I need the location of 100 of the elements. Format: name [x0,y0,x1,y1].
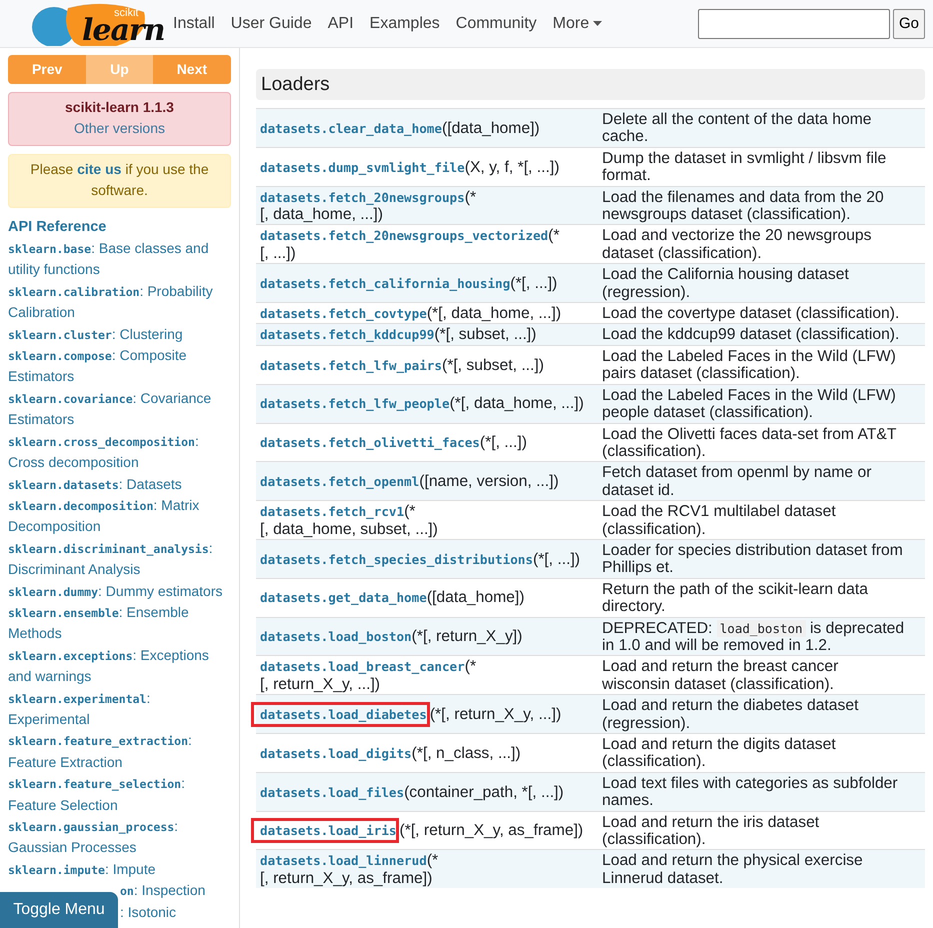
signature-text: [, data_home, ...]) [260,206,383,224]
description-cell: Load the Labeled Faces in the Wild (LFW) people dataset (classification). [594,384,925,423]
signature-text: [, data_home, subset, ...]) [260,520,438,538]
function-link[interactable]: datasets.fetch_20newsgroups [260,190,465,205]
nav-link[interactable]: Install [173,14,215,32]
description-cell: Load the kddcup99 dataset (classification). [594,324,925,346]
toggle-menu-button[interactable]: Toggle Menu [0,892,118,928]
sidebar-item[interactable]: sklearn.feature_selection: Feature Selection [8,773,231,816]
description-cell: Load the filenames and data from the 20 newsgroups dataset (classification). [594,186,925,225]
caret-icon [593,21,602,26]
function-link[interactable]: datasets.fetch_20newsgroups_vectorized [260,228,548,244]
sidebar-item[interactable]: sklearn.calibration: Probability Calibration [8,280,231,324]
signature-text: ([name, version, ...]) [419,473,559,490]
signature-text: (*[, return_X_y, ...]) [430,706,562,723]
sidebar-item[interactable]: sklearn.impute: Impute [8,858,156,880]
nav-link[interactable]: Community [456,14,537,32]
description-cell: Load and vectorize the 20 newsgroups dataset (classification). [594,224,925,264]
function-link[interactable]: datasets.fetch_lfw_pairs [260,358,442,373]
nav-link[interactable]: Examples [370,14,440,32]
sidebar-item[interactable]: sklearn.ensemble: Ensemble Methods [8,602,231,645]
signature-text: (*[, ...]) [480,434,527,452]
description-cell: Load text files with categories as subfolder names. [594,772,925,812]
function-link[interactable]: datasets.fetch_california_housing [260,276,510,291]
function-link[interactable]: datasets.load_iris [260,823,396,838]
function-link[interactable]: datasets.load_breast_cancer [260,659,465,674]
function-link[interactable]: datasets.fetch_species_distributions [260,552,533,567]
signature-text: [, return_X_y, as_frame]) [260,870,432,887]
signature-text: [, ...]) [260,244,296,262]
function-link[interactable]: datasets.clear_data_home [260,120,442,136]
description-cell: Load the Labeled Faces in the Wild (LFW) pairs dataset (classification). [594,345,925,384]
function-link[interactable]: datasets.load_digits [260,746,412,761]
function-link[interactable]: datasets.fetch_kddcup99 [260,327,434,342]
signature-text: (* [404,503,416,520]
description-cell: Load the California housing dataset (regression). [594,264,925,303]
go-button[interactable]: Go [893,8,925,38]
signature-text: (X, y, f, *[, ...]) [464,158,560,176]
description-cell: Fetch dataset from openml by name or dataset id. [594,462,925,501]
sidebar-item[interactable]: sklearn.cluster: Clustering [8,324,183,346]
cite-text: Please cite us if you use the software. [30,160,209,198]
sidebar-item[interactable]: sklearn.compose: Composite Estimators [8,345,231,388]
signature-text: (*[, return_X_y]) [412,628,522,646]
description-cell: Load and return the breast cancer wisconsin dataset (classification). [594,656,925,695]
signature-text: (* [548,227,560,244]
signature-text: (container_path, *[, ...]) [404,784,564,801]
function-link[interactable]: datasets.load_files [260,784,404,800]
description-cell: Load and return the diabetes dataset (regression). [594,694,925,734]
signature-text: (*[, data_home, ...]) [450,395,584,412]
other-versions-link[interactable]: Other versions [74,120,166,136]
sidebar-item[interactable]: sklearn.datasets: Datasets [8,474,182,495]
function-link[interactable]: datasets.load_linnerud [260,853,427,868]
signature-text: (*[, n_class, ...]) [412,744,521,762]
signature-text: ([data_home]) [426,589,524,606]
function-link[interactable]: datasets.fetch_lfw_people [260,396,450,412]
description-cell: Load the RCV1 multilabel dataset (classification). [594,500,925,540]
function-link[interactable]: datasets.load_boston [260,629,412,644]
sidebar-item[interactable]: sklearn.experimental: Experimental [8,688,231,730]
sidebar-item[interactable]: sklearn.dummy: Dummy estimators [8,580,222,602]
signature-text: [, return_X_y, ...]) [260,676,380,693]
function-link[interactable]: datasets.get_data_home [260,590,427,606]
description-cell: Delete all the content of the data home cache. [594,108,925,148]
description-cell: Load the covertype dataset (classification). [594,302,925,324]
more-dropdown[interactable]: More [552,14,602,32]
sidebar-item[interactable]: on: Inspection [120,880,206,902]
nav-link[interactable]: API [328,14,354,32]
function-link[interactable]: datasets.fetch_covtype [260,306,427,322]
sidebar-item[interactable]: sklearn.discriminant_analysis: Discriminant Analysis [8,538,231,581]
section-heading: Loaders [256,69,925,100]
signature-text: (*[, ...]) [532,550,580,568]
description-cell: DEPRECATED: load_boston is deprecated in 1.0 and will be removed in 1.2. [594,617,925,656]
description-cell: Loader for species distribution dataset from Phillips et. [594,539,925,578]
description-cell: Load and return the physical exercise Linnerud dataset. [594,850,925,888]
description-cell: Load the Olivetti faces data-set from AT&T (classification). [594,423,925,462]
signature-text: ([data_home]) [442,120,540,137]
sidebar-item[interactable]: sklearn.exceptions: Exceptions and warnings [8,644,231,688]
sidebar-item[interactable]: sklearn.covariance: Covariance Estimators [8,388,231,431]
sidebar-item[interactable]: sklearn.decomposition: Matrix Decomposition [8,494,231,538]
sidebar-item[interactable]: sklearn.gaussian_process: Gaussian Processes [8,816,231,859]
sidebar-item[interactable]: sklearn.feature_extraction: Feature Extraction [8,730,231,774]
sidebar-item[interactable]: : Isotonic [120,902,176,924]
signature-text: (*[, data_home, ...]) [426,305,562,322]
function-link[interactable]: datasets.fetch_openml [260,474,420,490]
nav-link[interactable]: User Guide [230,14,312,32]
signature-text: (*[, ...]) [510,274,558,292]
signature-text: (* [464,658,476,676]
description-cell: Dump the dataset in svmlight / libsvm file format. [594,147,925,186]
signature-text: (*[, subset, ...]) [442,356,544,374]
version-title: scikit-learn 1.1.3 [64,98,175,117]
signature-text: (* [426,852,438,870]
function-link[interactable]: datasets.dump_svmlight_file [260,160,465,175]
signature-text: (* [464,188,476,206]
sidebar-item[interactable]: sklearn.cross_decomposition: Cross decomposition [8,430,231,474]
signature-text: (*[, subset, ...]) [434,326,536,344]
signature-text: (*[, return_X_y, as_frame]) [399,822,584,840]
function-link[interactable]: datasets.load_diabetes [260,706,427,722]
sidebar-item[interactable]: sklearn.base: Base classes and utility functions [8,238,231,281]
api-reference-heading[interactable]: API Reference [8,216,231,238]
description-cell: Load and return the digits dataset (classification). [594,734,925,772]
function-link[interactable]: datasets.fetch_rcv1 [260,504,404,520]
function-link[interactable]: datasets.fetch_olivetti_faces [260,435,480,450]
search-field[interactable] [698,8,890,38]
